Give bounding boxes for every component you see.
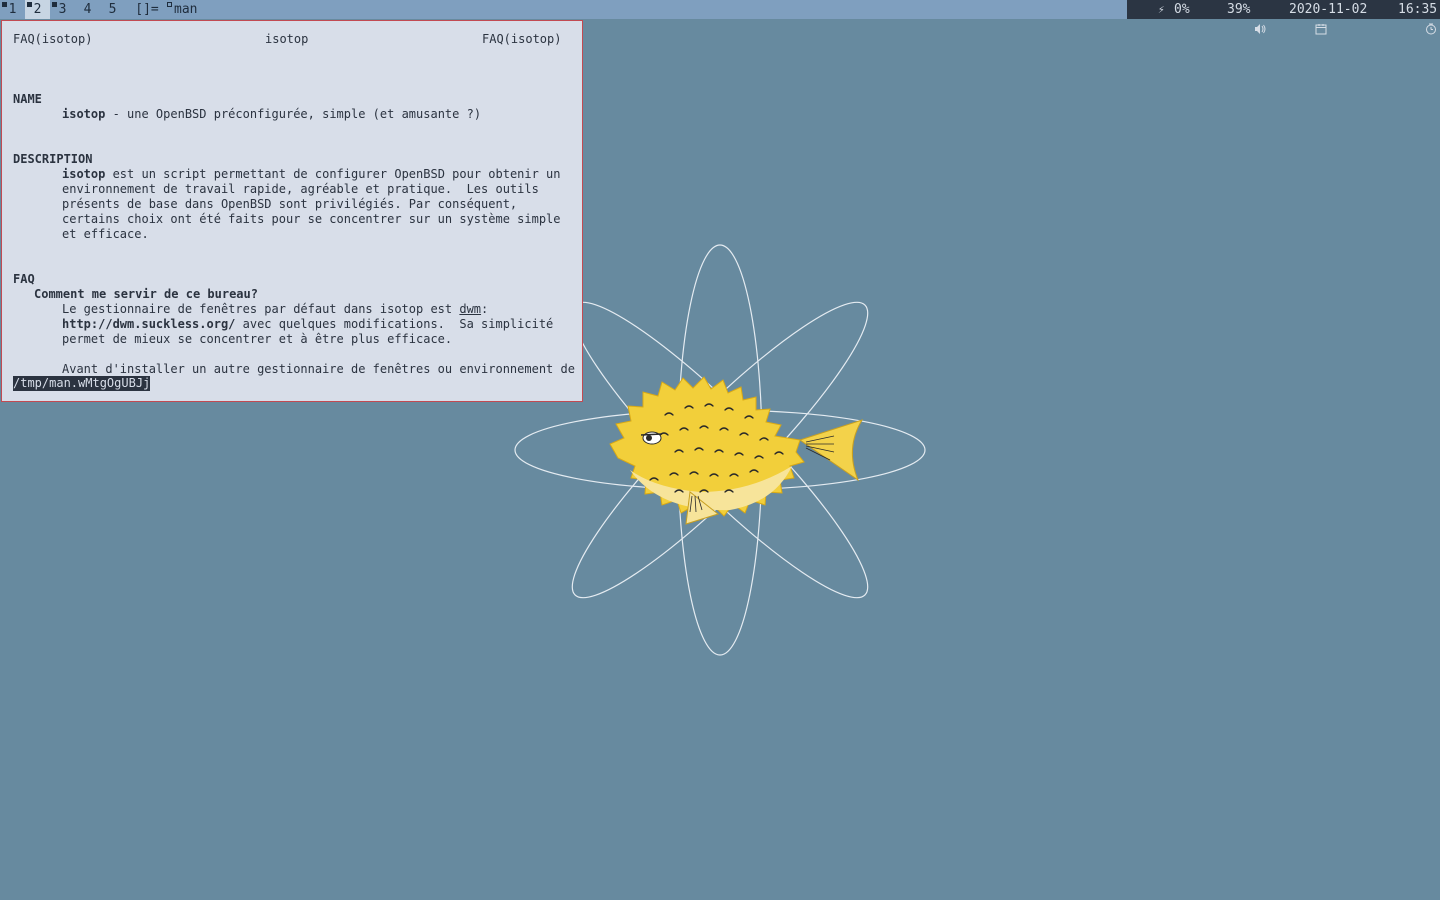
tag-4[interactable]: 4 [75, 0, 100, 19]
man-header-center: isotop [265, 32, 309, 46]
description-line-2: environnement de travail rapide, agréabl… [62, 182, 539, 196]
tag-2[interactable]: 2 [25, 0, 50, 19]
description-command: isotop [62, 167, 106, 181]
section-faq-heading: FAQ [13, 272, 35, 286]
pager-prompt[interactable]: /tmp/man.wMtgOgUBJj [13, 376, 151, 391]
tag-label: 4 [83, 2, 92, 17]
faq-line-3: permet de mieux se concentrer et à être … [62, 332, 453, 346]
description-line-3: présents de base dans OpenBSD sont privi… [62, 197, 518, 211]
faq-question: Comment me servir de ce bureau? [34, 287, 258, 301]
tag-1[interactable]: 1 [0, 0, 25, 19]
window-title-text: man [174, 2, 198, 17]
man-header-right: FAQ(isotop) [482, 32, 562, 46]
faq-line-2-text: avec quelques modifications. Sa simplici… [235, 317, 554, 331]
tag-occupied-indicator [2, 2, 7, 7]
tag-label: 3 [58, 2, 67, 17]
tag-label: 2 [33, 2, 42, 17]
description-text: est un script permettant de configurer O… [105, 167, 561, 181]
tag-label: 1 [8, 2, 17, 17]
volume-value: 39% [1227, 2, 1251, 17]
date-value: 2020-11-02 [1289, 2, 1368, 17]
name-command: isotop [62, 107, 106, 121]
name-line: isotop - une OpenBSD préconfigurée, simp… [62, 107, 481, 122]
terminal-window[interactable]: FAQ(isotop) isotop FAQ(isotop) NAME isot… [1, 20, 583, 402]
battery-value: 0% [1174, 2, 1190, 17]
tag-occupied-indicator [52, 2, 57, 7]
faq-line-1-text: Le gestionnaire de fenêtres par défaut d… [62, 302, 460, 316]
faq-line-1: Le gestionnaire de fenêtres par défaut d… [62, 302, 488, 317]
status-area: ⚡ 0% 39% 2020-11-02 16:35 [1127, 0, 1440, 35]
tag-label: 5 [108, 2, 117, 17]
floating-indicator [167, 2, 172, 7]
bolt-icon: ⚡ [1158, 3, 1165, 16]
section-name-heading: NAME [13, 92, 42, 106]
top-bar: 1 2 3 4 5 []= man ⚡ 0% 39% 2020-11-02 16… [0, 0, 1440, 35]
faq-line-1-suffix: : [481, 302, 489, 316]
description-line-5: et efficace. [62, 227, 149, 241]
faq-line-2: http://dwm.suckless.org/ avec quelques m… [62, 317, 553, 332]
tag-occupied-indicator [27, 2, 32, 7]
description-line-4: certains choix ont été faits pour se con… [62, 212, 561, 226]
layout-symbol[interactable]: []= [130, 0, 164, 19]
man-header-left: FAQ(isotop) [13, 32, 93, 46]
section-description-heading: DESCRIPTION [13, 152, 93, 166]
faq-line-4: Avant d'installer un autre gestionnaire … [62, 362, 575, 376]
tag-5[interactable]: 5 [100, 0, 125, 19]
dwm-link[interactable]: dwm [459, 302, 481, 316]
description-line-1: isotop est un script permettant de confi… [62, 167, 561, 182]
window-title: man [166, 0, 197, 19]
dwm-url[interactable]: http://dwm.suckless.org/ [62, 317, 235, 331]
name-description: - une OpenBSD préconfigurée, simple (et … [105, 107, 482, 121]
tag-3[interactable]: 3 [50, 0, 75, 19]
puffy-fish [609, 376, 864, 525]
time-value: 16:35 [1398, 2, 1438, 17]
